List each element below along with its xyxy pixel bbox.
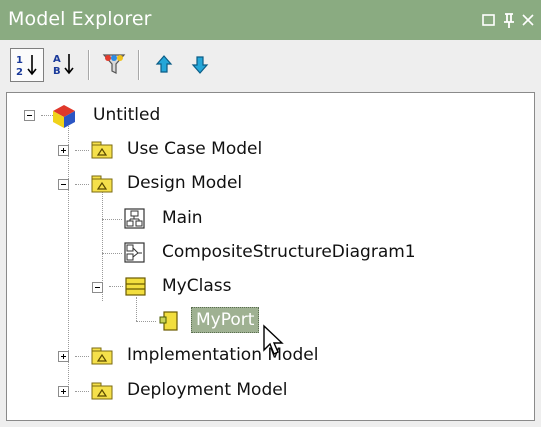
collapse-toggle-icon[interactable] — [58, 179, 69, 190]
svg-text:1: 1 — [16, 55, 23, 66]
tree-item-main[interactable]: Main — [7, 202, 507, 236]
pin-icon[interactable] — [498, 8, 520, 32]
tree-item-label: Deployment Model — [127, 380, 288, 400]
sort-alpha-icon: A B — [53, 54, 74, 77]
tree-item-use-case-model[interactable]: Use Case Model — [7, 133, 507, 167]
move-down-button[interactable] — [184, 48, 218, 82]
model-tree[interactable]: Untitled Use Case Model Design Model Mai… — [6, 92, 535, 421]
svg-text:B: B — [53, 66, 61, 77]
tree-item-label: Implementation Model — [127, 345, 319, 365]
sort-numeric-icon: 1 2 — [16, 55, 37, 78]
expand-toggle-icon[interactable] — [58, 386, 69, 397]
mouse-cursor-icon — [263, 324, 284, 355]
tree-item-label: Design Model — [127, 173, 243, 193]
tree-item-label: Use Case Model — [127, 139, 263, 159]
tree-item-label: Untitled — [93, 105, 161, 125]
collapse-toggle-icon[interactable] — [92, 282, 103, 293]
class-icon — [125, 277, 146, 296]
sort-alphabetical-button[interactable]: A B — [48, 48, 82, 82]
move-up-button[interactable] — [148, 48, 182, 82]
tree-item-design-model[interactable]: Design Model — [7, 167, 507, 201]
title-bar: Model Explorer — [0, 0, 541, 40]
toolbar-separator — [88, 50, 90, 80]
tree-item-myport[interactable]: MyPort — [7, 304, 507, 338]
window-title: Model Explorer — [8, 8, 152, 30]
collapse-toggle-icon[interactable] — [24, 110, 35, 121]
tree-item-label: CompositeStructureDiagram1 — [162, 242, 416, 262]
svg-text:A: A — [53, 54, 61, 65]
sort-by-order-button[interactable]: 1 2 — [10, 48, 44, 82]
toolbar-separator — [138, 50, 140, 80]
expand-toggle-icon[interactable] — [58, 351, 69, 362]
package-icon — [91, 175, 113, 193]
class-diagram-icon — [124, 208, 145, 229]
package-icon — [91, 347, 113, 365]
tree-item-label: Main — [162, 208, 203, 228]
package-icon — [91, 141, 113, 159]
tree-item-untitled[interactable]: Untitled — [7, 99, 507, 133]
tree-item-label: MyClass — [162, 276, 232, 296]
toolbar: 1 2 A B — [6, 44, 536, 88]
tree-item-deployment-model[interactable]: Deployment Model — [7, 374, 507, 408]
maximize-icon[interactable] — [478, 8, 500, 32]
filter-icon — [102, 54, 126, 74]
arrow-up-icon — [155, 55, 173, 73]
tree-item-myclass[interactable]: MyClass — [7, 270, 507, 304]
package-icon — [91, 382, 113, 400]
svg-text:2: 2 — [16, 67, 23, 78]
arrow-down-icon — [191, 56, 209, 74]
composite-diagram-icon — [124, 242, 145, 263]
tree-item-implementation-model[interactable]: Implementation Model — [7, 339, 507, 373]
tree-item-label: MyPort — [191, 307, 260, 333]
close-icon[interactable] — [518, 8, 540, 32]
project-cube-icon — [53, 105, 75, 128]
expand-toggle-icon[interactable] — [58, 145, 69, 156]
filter-button[interactable] — [98, 48, 132, 82]
tree-item-composite-structure-diagram[interactable]: CompositeStructureDiagram1 — [7, 236, 507, 270]
port-icon — [159, 311, 178, 331]
